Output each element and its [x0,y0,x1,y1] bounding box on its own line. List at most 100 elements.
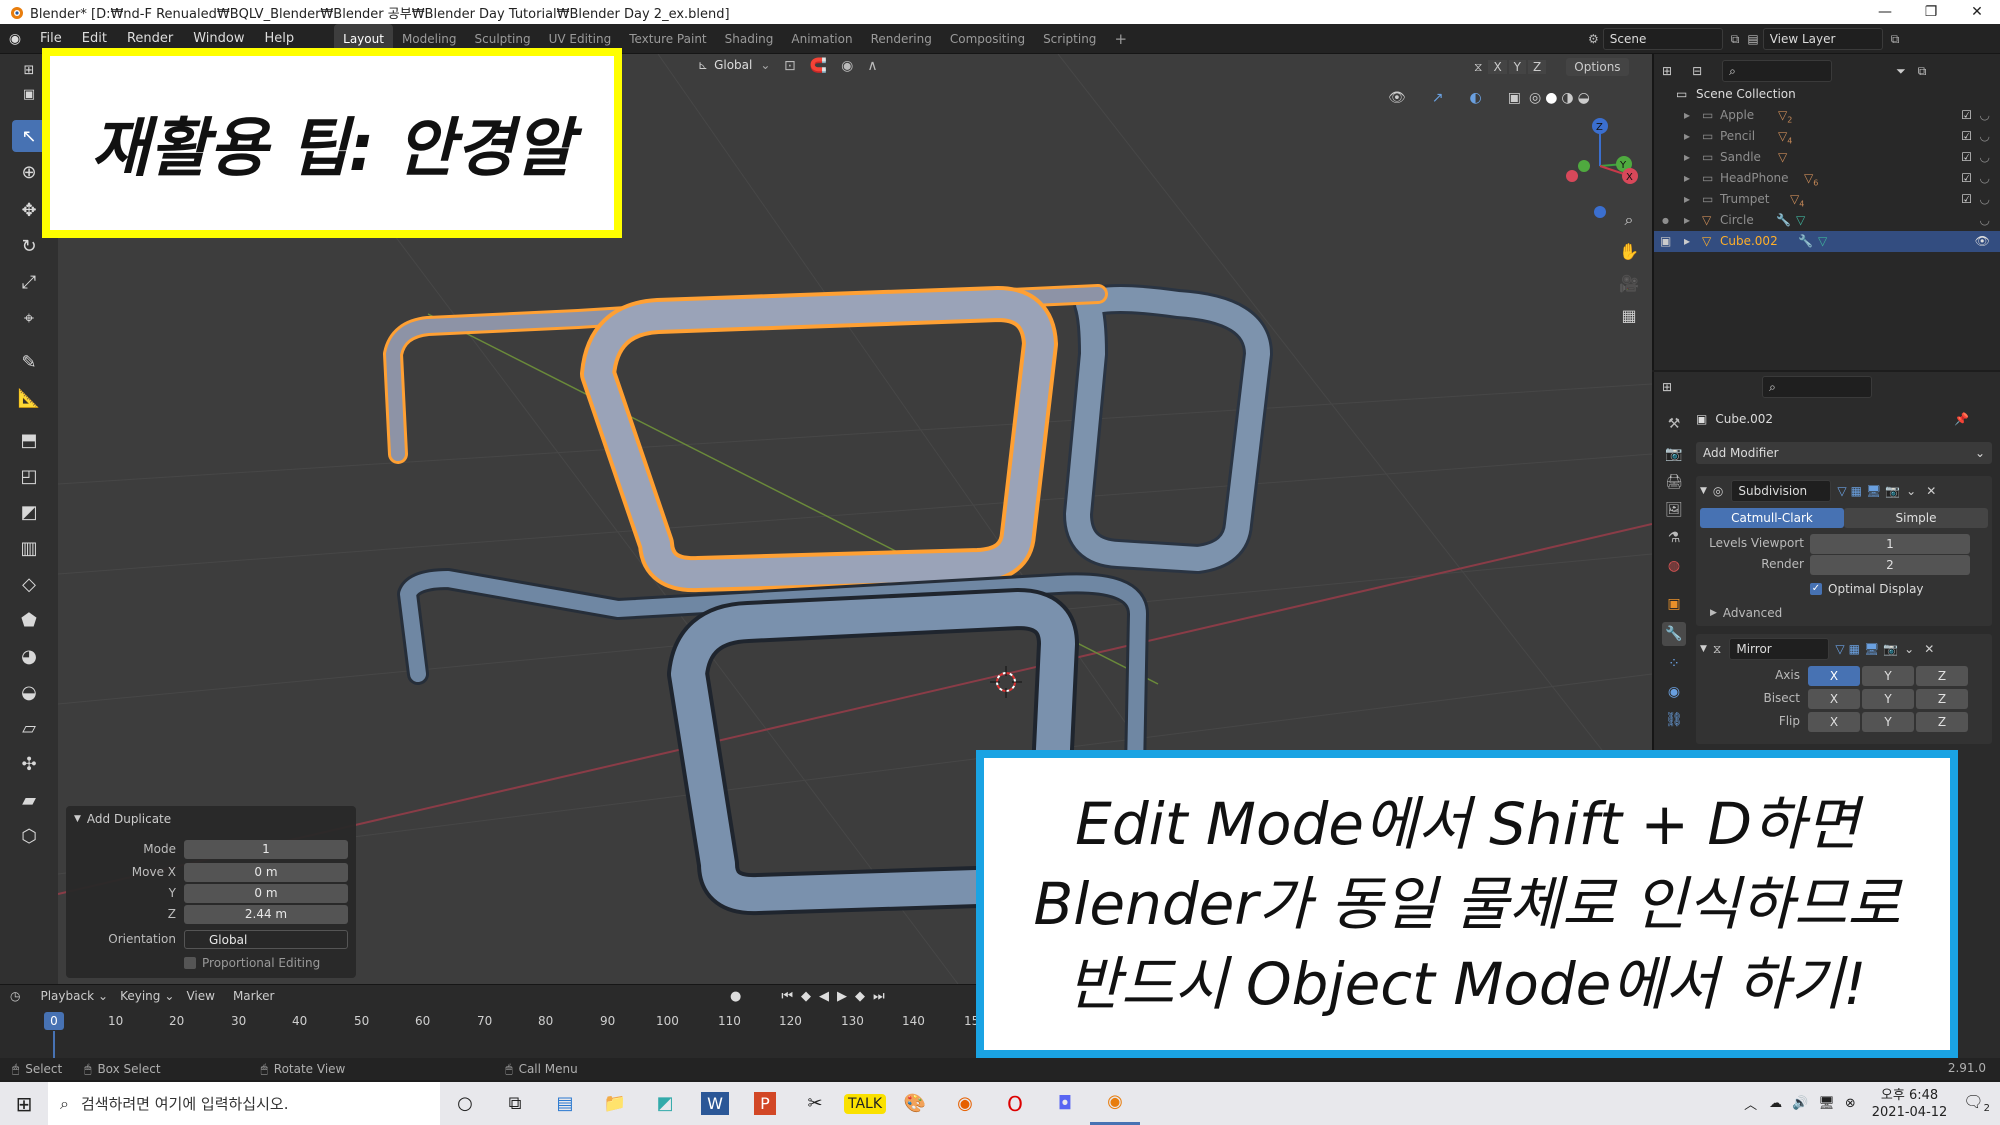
kakaotalk-icon[interactable]: TALK [840,1093,890,1114]
bisect-y-toggle[interactable]: Y [1862,689,1914,709]
bisect-x-toggle[interactable]: X [1808,689,1860,709]
render-toggle-icon[interactable]: 📷 [1883,642,1898,656]
flip-z-toggle[interactable]: Z [1916,712,1968,732]
viewport-toggle-icon[interactable]: 🖥 [1864,642,1879,656]
tab-animation[interactable]: Animation [782,24,861,54]
play-icon[interactable]: ▶ [837,989,847,1004]
bisect-z-toggle[interactable]: Z [1916,689,1968,709]
render-levels-field[interactable]: 2 [1810,555,1970,575]
current-frame-indicator[interactable]: 0 [44,1012,64,1030]
pin-icon[interactable]: 📌 [1954,412,1969,426]
scene-field[interactable]: Scene [1602,28,1723,50]
move-x-field[interactable]: 0 m [184,863,348,882]
poly-build-tool-icon[interactable]: ⬟ [12,604,46,636]
optimal-display-checkbox[interactable]: ✓ [1810,583,1822,595]
glasses-frame-top[interactable] [1063,284,1273,574]
clock[interactable]: 오후 6:48 2021-04-12 [1872,1087,1948,1121]
outliner-item-circle[interactable]: ● ▸ ▽ Circle 🔧 ▽ ◡ [1654,210,2000,231]
filter-icon[interactable]: ⏷ [1896,64,1906,79]
solid-shading-icon[interactable]: ● [1545,90,1557,106]
paint-icon[interactable]: 🎨 [890,1093,940,1114]
gizmo-icon[interactable]: ↗ [1432,90,1444,106]
axis-x-toggle[interactable]: X [1808,666,1860,686]
hide-eye-icon[interactable]: ◡ [1980,210,1990,231]
visibility-checkbox[interactable]: ☑ [1961,189,1972,210]
hide-eye-icon[interactable]: ◡ [1980,147,1990,168]
collapse-arrow-icon[interactable]: ▼ [1700,644,1707,654]
world-tab-icon[interactable]: ◍ [1662,554,1686,578]
transform-orientation[interactable]: ⊾ Global ⌄ [698,58,770,72]
ime-icon[interactable]: ⊗ [1845,1096,1856,1111]
axis-y-toggle[interactable]: Y [1862,666,1914,686]
new-view-layer-icon[interactable]: ⧉ [1891,32,1900,47]
play-reverse-icon[interactable]: ◀ [819,989,829,1004]
visibility-checkbox[interactable]: ☑ [1961,126,1972,147]
select-tool-icon[interactable]: ↖ [12,120,46,152]
close-button[interactable]: ✕ [1954,0,2000,24]
mirror-z-toggle[interactable]: Z [1528,60,1547,74]
visibility-icon[interactable]: 👁 [1388,90,1406,106]
pivot-icon[interactable]: ⊡ [784,58,796,74]
particles-tab-icon[interactable]: ⁘ [1662,652,1686,676]
annotate-tool-icon[interactable]: ✎ [12,346,46,378]
tab-texture-paint[interactable]: Texture Paint [620,24,715,54]
edit-mode-toggle-icon[interactable]: ▽ [1835,642,1844,656]
visibility-checkbox[interactable]: ☑ [1961,147,1972,168]
jump-next-key-icon[interactable]: ◆ [855,989,865,1004]
tab-compositing[interactable]: Compositing [941,24,1034,54]
playback-menu[interactable]: Playback [40,989,94,1003]
properties-search-input[interactable]: ⌕ [1762,376,1873,398]
viewport-toggle-icon[interactable]: 🖥 [1866,484,1881,498]
onedrive-icon[interactable]: ☁ [1769,1096,1782,1111]
hide-eye-icon[interactable]: ◡ [1980,126,1990,147]
transform-tool-icon[interactable]: ⌖ [12,302,46,334]
view-menu[interactable]: View [186,989,214,1003]
rendered-shading-icon[interactable]: ◒ [1578,90,1590,106]
tool-tab-icon[interactable]: ⚒ [1662,412,1686,436]
network-icon[interactable]: 🖥 [1818,1096,1835,1111]
file-explorer-icon[interactable]: 📁 [590,1093,640,1114]
record-icon[interactable]: ● [730,989,741,1004]
display-mode-icon[interactable]: ⊟ [1692,64,1702,78]
scale-tool-icon[interactable]: ⤢ [12,266,46,298]
rip-tool-icon[interactable]: ⬡ [12,820,46,852]
modifier-tab-icon[interactable]: 🔧 [1662,622,1686,646]
mirror-y-toggle[interactable]: Y [1508,60,1527,74]
orientation-dropdown[interactable]: Global [184,930,348,949]
mirror-x-toggle[interactable]: X [1488,60,1507,74]
notification-icon[interactable]: 🗨2 [1963,1092,1990,1114]
proportional-icon[interactable]: ◉ [841,58,853,74]
outliner-item-sandle[interactable]: ▸ ▭ Sandle ▽ ☑ ◡ [1654,147,2000,168]
jump-end-icon[interactable]: ⏭ [873,989,885,1004]
visibility-checkbox[interactable]: ☑ [1961,168,1972,189]
powerpoint-icon[interactable]: P [740,1092,790,1115]
cortana-icon[interactable]: ○ [440,1093,490,1114]
visibility-checkbox[interactable]: ☑ [1961,105,1972,126]
visible-eye-icon[interactable]: 👁 [1975,231,1990,252]
rotate-tool-icon[interactable]: ↻ [12,230,46,262]
modifier-menu-icon[interactable]: ⌄ [1904,642,1914,656]
volume-icon[interactable]: 🔊 [1792,1096,1808,1111]
jump-prev-key-icon[interactable]: ◆ [801,989,811,1004]
simple-button[interactable]: Simple [1844,508,1988,528]
falloff-icon[interactable]: ∧ [867,58,877,74]
mode-field[interactable]: 1 [184,840,348,859]
bevel-tool-icon[interactable]: ◩ [12,496,46,528]
advanced-subpanel[interactable]: ▶ Advanced [1710,606,1782,620]
control-panel-icon[interactable]: ▤ [540,1093,590,1114]
view-layer-tab-icon[interactable]: 🖼 [1662,498,1686,522]
physics-tab-icon[interactable]: ◉ [1662,680,1686,704]
optimal-display-row[interactable]: ✓ Optimal Display [1810,582,1924,596]
windows-start-icon[interactable]: ⊞ [0,1092,48,1116]
object-name[interactable]: Cube.002 [1715,412,1773,426]
add-modifier-dropdown[interactable]: Add Modifier ⌄ [1696,442,1992,464]
jump-start-icon[interactable]: ⏮ [781,989,793,1004]
snap-icon[interactable]: 🧲 [810,58,827,74]
overlay-icon[interactable]: ◐ [1470,90,1482,106]
outliner-editor-icon[interactable]: ⊞ [1662,64,1672,78]
mode-icon[interactable]: ▣ [12,84,46,104]
material-shading-icon[interactable]: ◑ [1561,90,1573,106]
modifier-menu-icon[interactable]: ⌄ [1906,484,1916,498]
hide-eye-icon[interactable]: ◡ [1980,168,1990,189]
view-layer-field[interactable]: View Layer [1762,28,1883,50]
